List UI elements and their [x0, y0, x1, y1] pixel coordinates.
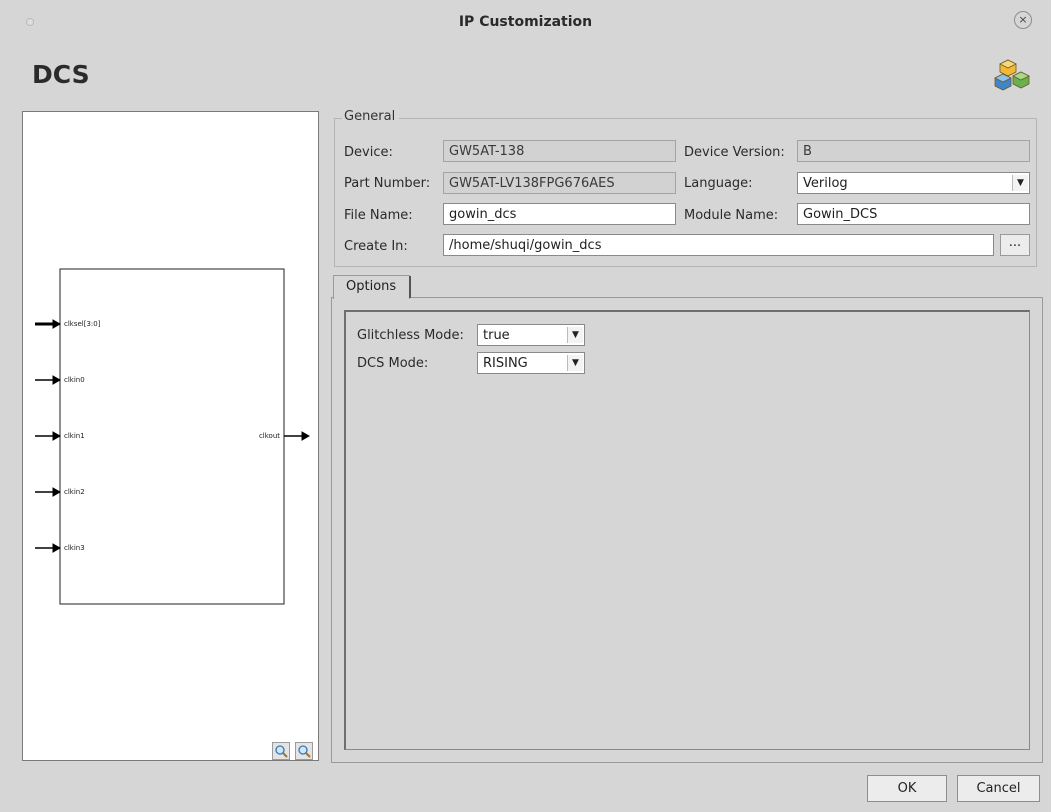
- dcs-mode-label: DCS Mode:: [357, 356, 429, 371]
- glitchless-mode-label: Glitchless Mode:: [357, 328, 464, 343]
- zoom-out-button[interactable]: [295, 742, 313, 760]
- glitchless-mode-select[interactable]: true ▼: [477, 324, 585, 346]
- file-name-input[interactable]: gowin_dcs: [443, 203, 676, 225]
- close-icon[interactable]: ×: [1014, 11, 1032, 29]
- pin-label-clkin1: clkin1: [64, 432, 85, 440]
- create-in-label: Create In:: [344, 239, 408, 254]
- browse-button[interactable]: ...: [1000, 234, 1030, 256]
- ip-cubes-icon: [994, 59, 1030, 91]
- page-title: DCS: [32, 60, 90, 89]
- tab-options[interactable]: Options: [333, 275, 410, 299]
- device-label: Device:: [344, 145, 393, 160]
- pin-label-clkin3: clkin3: [64, 544, 85, 552]
- zoom-in-button[interactable]: [272, 742, 290, 760]
- ok-button[interactable]: OK: [867, 775, 947, 802]
- title-bar: IP Customization ×: [0, 0, 1051, 44]
- device-field: GW5AT-138: [443, 140, 676, 162]
- pin-label-clkin0: clkin0: [64, 376, 85, 384]
- zoom-in-icon: [275, 745, 288, 758]
- file-name-label: File Name:: [344, 208, 413, 223]
- module-name-input[interactable]: Gowin_DCS: [797, 203, 1030, 225]
- module-name-label: Module Name:: [684, 208, 779, 223]
- chevron-down-icon[interactable]: ▼: [567, 327, 583, 343]
- part-number-field: GW5AT-LV138FPG676AES: [443, 172, 676, 194]
- tab-edge: [409, 276, 411, 298]
- cancel-button[interactable]: Cancel: [957, 775, 1040, 802]
- dcs-mode-select[interactable]: RISING ▼: [477, 352, 585, 374]
- schematic-canvas: clksel[3:0] clkin0 clkin1 clkin2 clkin3 …: [35, 268, 311, 605]
- chevron-down-icon[interactable]: ▼: [1012, 175, 1028, 191]
- device-version-label: Device Version:: [684, 145, 785, 160]
- zoom-out-icon: [298, 745, 311, 758]
- chevron-down-icon[interactable]: ▼: [567, 355, 583, 371]
- pin-label-clkout: clkout: [259, 432, 280, 440]
- language-label: Language:: [684, 176, 753, 191]
- language-value: Verilog: [803, 176, 848, 191]
- glitchless-mode-value: true: [483, 328, 510, 343]
- options-content: [344, 310, 1030, 750]
- pin-label-clksel: clksel[3:0]: [64, 320, 101, 328]
- create-in-input[interactable]: /home/shuqi/gowin_dcs: [443, 234, 994, 256]
- window-title: IP Customization: [458, 14, 593, 30]
- part-number-label: Part Number:: [344, 176, 431, 191]
- schematic-preview: clksel[3:0] clkin0 clkin1 clkin2 clkin3 …: [22, 111, 319, 761]
- device-version-field: B: [797, 140, 1030, 162]
- pin-label-clkin2: clkin2: [64, 488, 85, 496]
- general-legend: General: [342, 109, 400, 124]
- dcs-mode-value: RISING: [483, 356, 528, 371]
- language-select[interactable]: Verilog ▼: [797, 172, 1030, 194]
